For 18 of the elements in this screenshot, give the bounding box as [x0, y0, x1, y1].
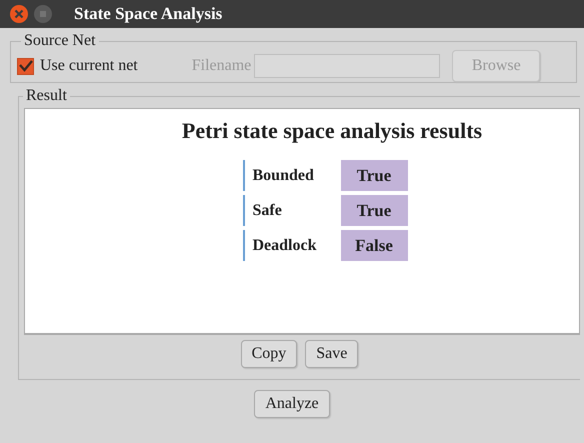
group-label: Source Net — [23, 33, 97, 49]
use-current-net-checkbox[interactable]: Use current net — [17, 57, 138, 75]
analyze-button[interactable]: Analyze — [254, 390, 330, 418]
copy-button[interactable]: Copy — [240, 340, 298, 368]
close-icon[interactable] — [10, 5, 28, 23]
result-heading: Petri state space analysis results — [180, 118, 484, 144]
value-cell: True — [340, 195, 408, 226]
minimize-icon[interactable] — [34, 5, 52, 23]
save-button[interactable]: Save — [305, 340, 358, 368]
checkmark-icon — [18, 60, 32, 72]
window-title: State Space Analysis — [74, 4, 222, 24]
property-cell: Bounded — [242, 160, 336, 191]
property-cell: Deadlock — [242, 230, 336, 261]
property-cell: Safe — [242, 195, 336, 226]
value-cell: True — [340, 160, 408, 191]
value-cell: False — [340, 230, 408, 261]
group-label: Result — [25, 88, 68, 104]
filename-label: Filename — [192, 57, 252, 75]
